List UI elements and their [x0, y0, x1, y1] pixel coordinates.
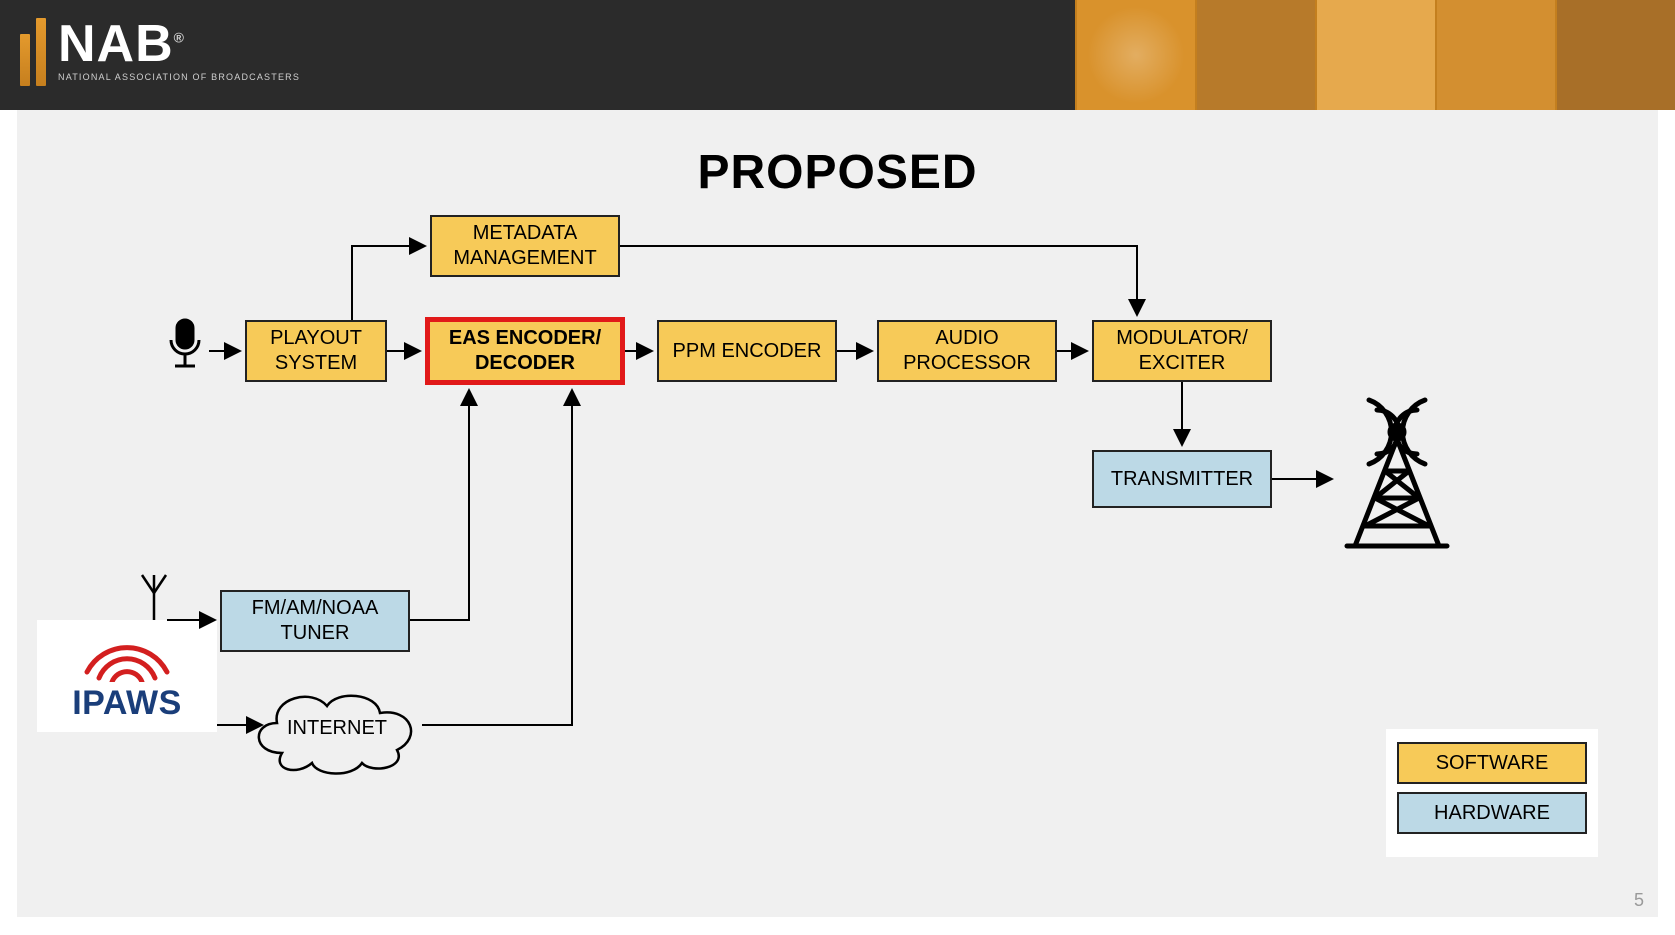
logo-subtitle: NATIONAL ASSOCIATION OF BROADCASTERS [58, 72, 300, 82]
internet-label: INTERNET [287, 717, 387, 739]
diagram-canvas: PROPOSED METADATA MANAGEMENT PLAYOUT SYS… [17, 110, 1658, 917]
node-audio-processor: AUDIO PROCESSOR [877, 320, 1057, 382]
header-decor-images [1075, 0, 1675, 110]
broadcast-tower-icon [1347, 400, 1447, 546]
node-eas-encoder-decoder: EAS ENCODER/ DECODER [425, 317, 625, 385]
legend-hardware: HARDWARE [1397, 792, 1587, 834]
node-fm-am-noaa-tuner: FM/AM/NOAA TUNER [220, 590, 410, 652]
logo-text-block: NAB® NATIONAL ASSOCIATION OF BROADCASTER… [58, 18, 300, 82]
node-modulator-exciter: MODULATOR/ EXCITER [1092, 320, 1272, 382]
node-metadata-management: METADATA MANAGEMENT [430, 215, 620, 277]
node-transmitter: TRANSMITTER [1092, 450, 1272, 508]
legend-software: SOFTWARE [1397, 742, 1587, 784]
node-ppm-encoder: PPM ENCODER [657, 320, 837, 382]
slide: NAB® NATIONAL ASSOCIATION OF BROADCASTER… [0, 0, 1675, 935]
antenna-small-icon [142, 575, 166, 620]
logo-bars-icon [20, 14, 46, 86]
microphone-icon [171, 320, 199, 366]
node-playout-system: PLAYOUT SYSTEM [245, 320, 387, 382]
slide-title: PROPOSED [17, 145, 1658, 200]
nab-logo: NAB® NATIONAL ASSOCIATION OF BROADCASTER… [20, 14, 300, 86]
logo-text: NAB® [58, 18, 300, 70]
ipaws-logo: IPAWS [37, 620, 217, 732]
legend: SOFTWARE HARDWARE [1386, 729, 1598, 857]
node-internet-cloud: INTERNET [242, 678, 432, 776]
page-number: 5 [1634, 890, 1644, 911]
slide-header: NAB® NATIONAL ASSOCIATION OF BROADCASTER… [0, 0, 1675, 110]
wifi-arc-icon [67, 630, 187, 682]
ipaws-label: IPAWS [72, 684, 182, 723]
